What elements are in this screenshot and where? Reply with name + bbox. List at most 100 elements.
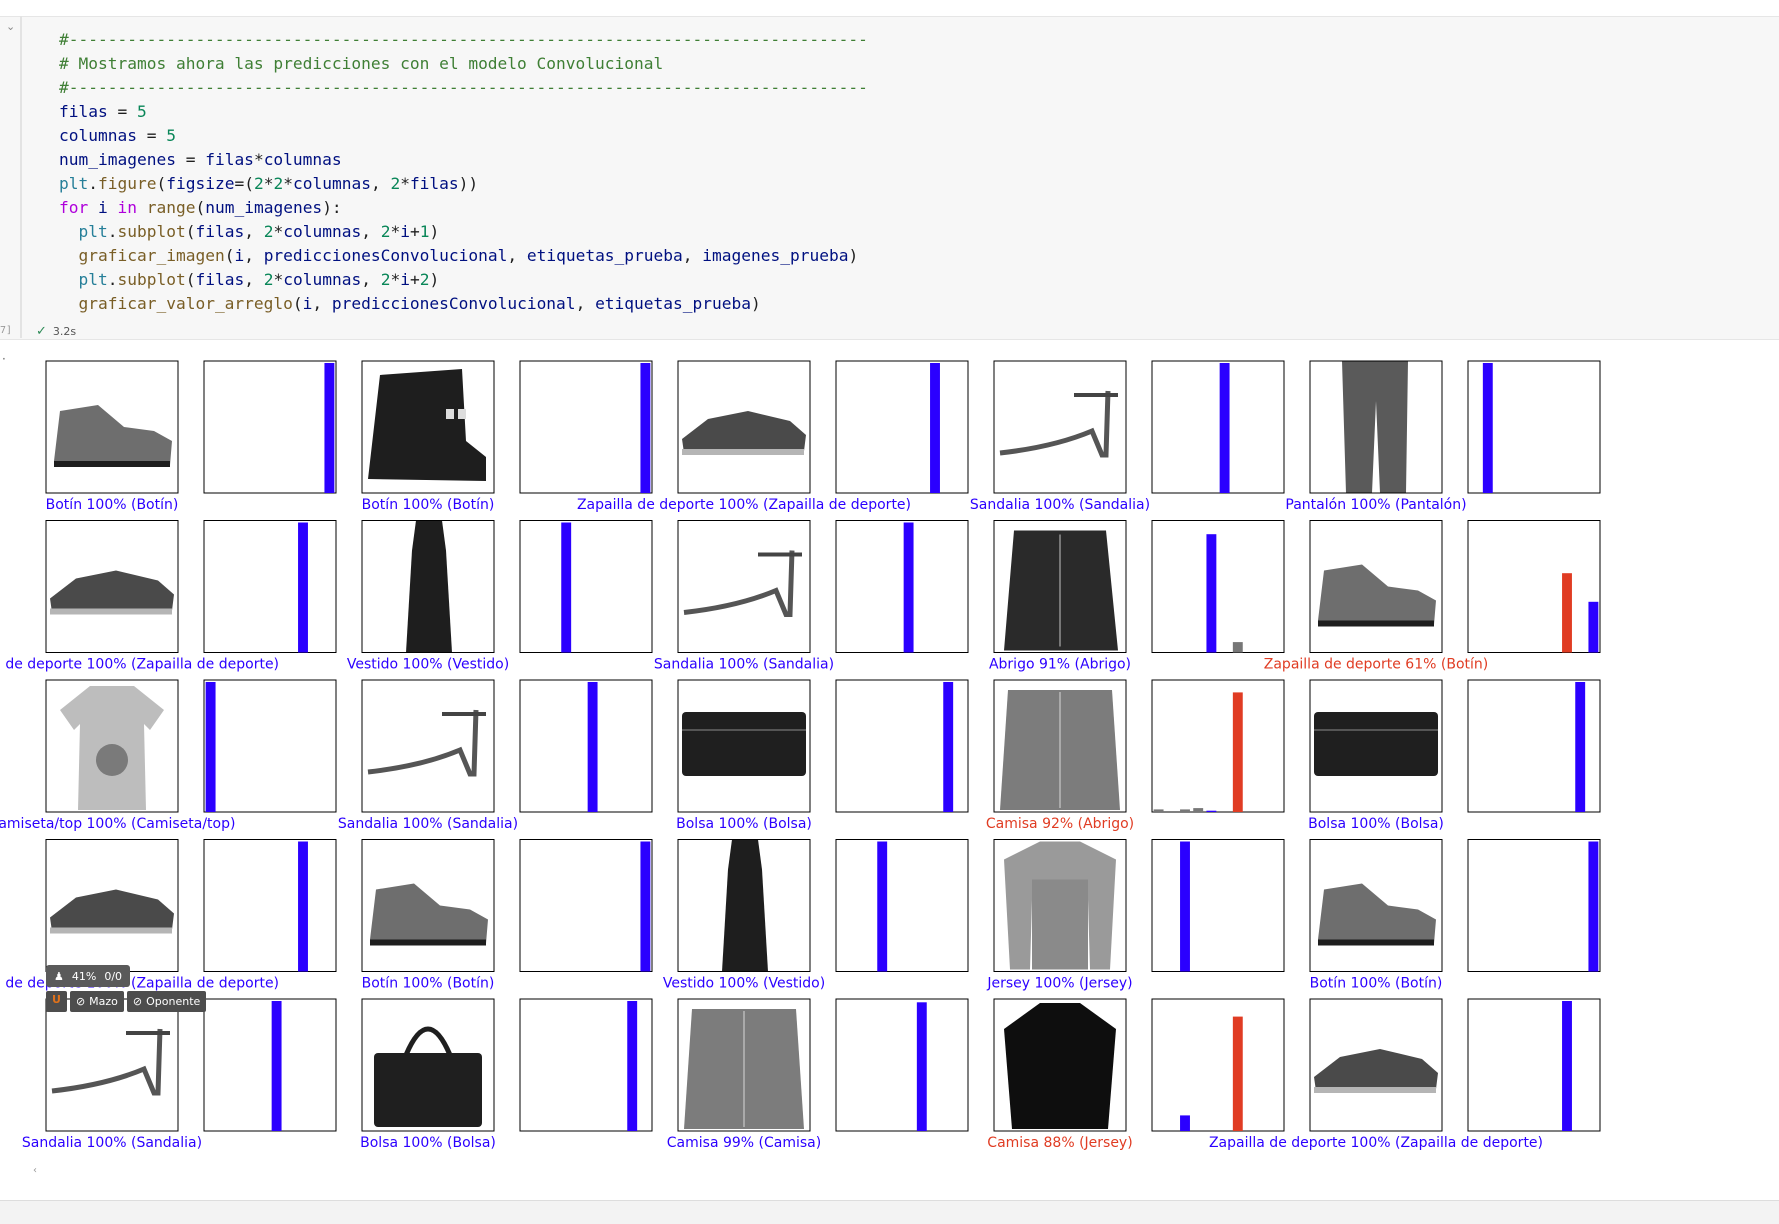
bag-shape [374, 1053, 482, 1127]
prediction-label: Zapailla de deporte 61% (Botín) [1264, 657, 1488, 673]
code-token: , [682, 246, 703, 265]
sandal-strap [999, 390, 1111, 458]
probability-bar [1588, 841, 1599, 972]
probability-bar [1232, 692, 1243, 812]
image-panel-frame [45, 839, 179, 972]
code-token: * [263, 174, 274, 193]
code-token: = [107, 102, 137, 121]
probability-bar [640, 363, 651, 493]
probability-bar [916, 1002, 927, 1131]
scroll-left-icon[interactable]: ‹ [33, 1165, 37, 1176]
code-line: for i in range(num_imagenes): [59, 196, 868, 220]
probability-bar [1206, 810, 1217, 812]
prediction-label: Vestido 100% (Vestido) [347, 657, 509, 673]
boot-shape [1318, 564, 1436, 625]
code-token: etiquetas_prueba [526, 246, 683, 265]
shirt-shape [684, 1009, 804, 1129]
code-token: )) [458, 174, 479, 193]
code-token: ) [751, 294, 761, 313]
probability-bar [1575, 682, 1586, 812]
code-token: plt [78, 270, 108, 289]
prediction-label: Zapailla de deporte 100% (Zapailla de de… [577, 497, 911, 513]
prediction-label: Botín 100% (Botín) [1310, 976, 1443, 992]
code-token: . [88, 174, 98, 193]
code-token: 5 [166, 126, 176, 145]
code-token: + [409, 222, 420, 241]
code-token: 2 [380, 270, 391, 289]
oponente-label: Oponente [146, 995, 201, 1008]
probability-bar [298, 522, 308, 653]
boot-detail [446, 409, 454, 419]
image-panel-bg [678, 361, 810, 493]
prediction-label: Zapailla de deporte 100% (Zapailla de de… [1209, 1135, 1543, 1151]
code-line: # Mostramos ahora las predicciones con e… [59, 52, 868, 76]
image-panel-frame [993, 839, 1127, 972]
code-token: for [59, 198, 89, 217]
code-token: 2 [273, 174, 284, 193]
trouser-shape [1342, 361, 1408, 493]
code-token: * [273, 270, 284, 289]
code-token: = [136, 126, 167, 145]
code-editor[interactable]: #---------------------------------------… [59, 28, 868, 316]
code-token: , [361, 222, 381, 241]
code-token: * [390, 270, 401, 289]
code-token: 2 [390, 174, 401, 193]
prediction-label: Zapailla de deporte 100% (Zapailla de de… [0, 657, 279, 673]
code-token: etiquetas_prueba [595, 294, 751, 313]
prediction-label: Sandalia 100% (Sandalia) [970, 497, 1150, 513]
prediction-label: Botín 100% (Botín) [46, 497, 179, 513]
probability-bar [1562, 1001, 1572, 1131]
overlay-widget[interactable]: ♟ 41% 0/0 U ⊘ Mazo ⊘ Oponente [46, 965, 207, 1012]
code-token: i [234, 246, 245, 265]
code-token: , [507, 246, 527, 265]
overlay-u-button[interactable]: U [46, 991, 67, 1012]
image-panel-frame [1309, 679, 1443, 813]
prediction-label: Sandalia 100% (Sandalia) [654, 657, 834, 673]
code-token: + [409, 270, 420, 289]
eye-off-icon: ⊘ [132, 995, 143, 1008]
code-line: graficar_imagen(i, prediccionesConvoluci… [59, 244, 868, 268]
bar-panel [1151, 520, 1285, 653]
probability-bar [324, 363, 335, 493]
overlay-percent: 41% [71, 969, 97, 983]
probability-bar [1482, 363, 1493, 493]
probability-bar [205, 682, 216, 812]
bag-handle [403, 1026, 453, 1056]
code-token: ): [322, 198, 342, 217]
sneaker-shape [1314, 1049, 1438, 1091]
code-token: * [390, 222, 401, 241]
probability-bar [903, 522, 914, 653]
code-token: subplot [117, 270, 186, 289]
prediction-label: Botín 100% (Botín) [362, 976, 495, 992]
bar-panel [835, 679, 969, 813]
bar-panel [1151, 998, 1285, 1132]
code-line: graficar_valor_arreglo(i, prediccionesCo… [59, 292, 868, 316]
code-token: plt [78, 222, 108, 241]
code-token: columnas [263, 150, 342, 169]
bottom-scrollbar[interactable] [0, 1200, 1779, 1224]
image-panel-bg [678, 999, 810, 1131]
bag-shape [1314, 712, 1438, 776]
image-panel-bg [678, 839, 810, 972]
code-line: plt.figure(figsize=(2*2*columnas, 2*fila… [59, 172, 868, 196]
sneaker-sole [50, 927, 172, 934]
code-line: columnas = 5 [59, 124, 868, 148]
prediction-label: Bolsa 100% (Bolsa) [1308, 816, 1444, 832]
code-token: 2 [263, 270, 274, 289]
probability-bar [587, 682, 598, 812]
image-panel-frame [1309, 998, 1443, 1132]
overlay-mazo-button[interactable]: ⊘ Mazo [69, 991, 124, 1012]
collapse-chevron-icon[interactable]: ⌄ [6, 20, 15, 33]
code-token: =( [234, 174, 254, 193]
code-token: graficar_imagen [78, 246, 225, 265]
bar-panel [203, 839, 337, 972]
prediction-label: Camisa 88% (Jersey) [987, 1135, 1132, 1151]
code-line: plt.subplot(filas, 2*columnas, 2*i+2) [59, 268, 868, 292]
code-token: graficar_valor_arreglo [78, 294, 293, 313]
prediction-label: Camisa 99% (Camisa) [667, 1135, 821, 1151]
code-token: 5 [136, 102, 147, 121]
image-panel-bg [678, 520, 810, 653]
overlay-oponente-button[interactable]: ⊘ Oponente [126, 991, 207, 1012]
prediction-label: Pantalón 100% (Pantalón) [1285, 497, 1466, 513]
image-panel-frame [1309, 839, 1443, 972]
